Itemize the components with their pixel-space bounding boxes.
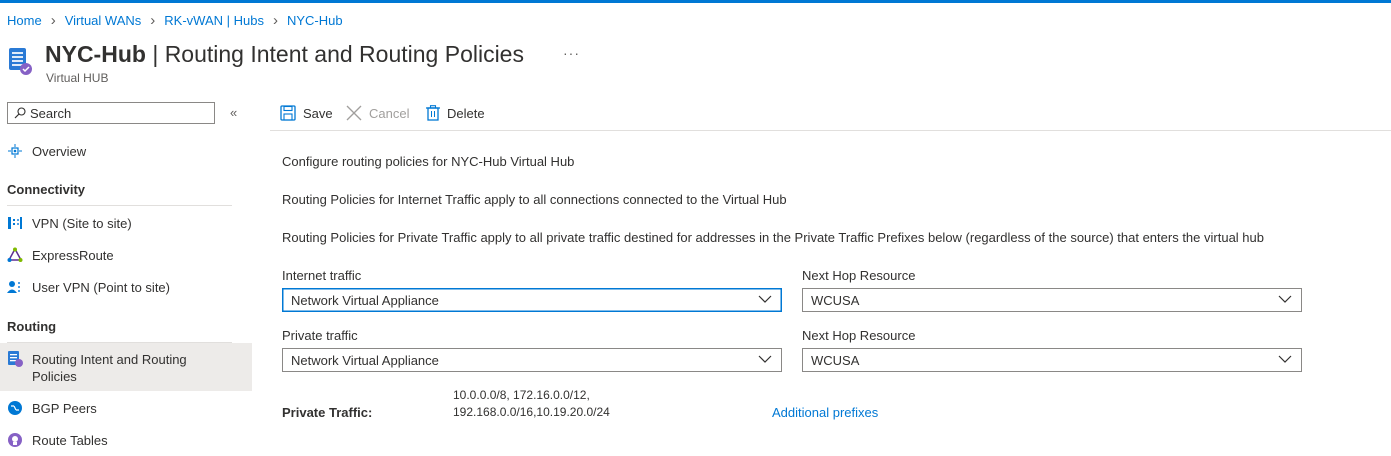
vpn-icon <box>7 215 23 231</box>
chevron-down-icon <box>1278 354 1292 364</box>
prefixes-line: 10.0.0.0/8, 172.16.0.0/12, <box>453 388 590 402</box>
toolbar-divider <box>270 130 1391 131</box>
sidebar-item-route-tables[interactable]: Route Tables <box>0 431 252 449</box>
private-traffic-value: Network Virtual Appliance <box>291 352 439 368</box>
breadcrumb: Home › Virtual WANs › RK-vWAN | Hubs › N… <box>7 13 343 28</box>
chevron-down-icon <box>1278 294 1292 304</box>
sidebar-item-label: VPN (Site to site) <box>32 215 132 231</box>
sidebar-item-label: Route Tables <box>32 432 108 448</box>
delete-button[interactable]: Delete <box>426 105 485 121</box>
sidebar-item-overview[interactable]: Overview <box>0 142 252 160</box>
internet-traffic-label: Internet traffic <box>282 268 362 283</box>
save-label: Save <box>303 105 333 121</box>
sidebar-item-user-vpn[interactable]: User VPN (Point to site) <box>0 278 252 296</box>
more-options-button[interactable]: ··· <box>563 45 580 61</box>
sidebar-item-expressroute[interactable]: ExpressRoute <box>0 246 252 264</box>
sidebar-item-label: ExpressRoute <box>32 247 114 263</box>
sidebar-item-label: Routing Intent and Routing Policies <box>32 352 187 384</box>
breadcrumb-virtual-wans[interactable]: Virtual WANs <box>65 13 142 28</box>
breadcrumb-separator-icon: › <box>50 12 56 29</box>
breadcrumb-separator-icon: › <box>150 12 156 29</box>
internet-next-hop-select[interactable]: WCUSA <box>802 288 1302 312</box>
private-traffic-prefixes: 10.0.0.0/8, 172.16.0.0/12, 192.168.0.0/1… <box>453 387 610 421</box>
breadcrumb-hubs[interactable]: RK-vWAN | Hubs <box>164 13 264 28</box>
additional-prefixes-link[interactable]: Additional prefixes <box>772 405 878 420</box>
user-vpn-icon <box>7 279 23 295</box>
delete-label: Delete <box>447 105 485 121</box>
section-connectivity: Connectivity <box>7 182 86 197</box>
virtual-hub-icon <box>8 47 34 77</box>
next-hop-resource-label: Next Hop Resource <box>802 328 916 343</box>
sidebar-item-bgp-peers[interactable]: BGP Peers <box>0 399 252 417</box>
page-title: NYC-Hub | Routing Intent and Routing Pol… <box>45 41 524 67</box>
private-traffic-select[interactable]: Network Virtual Appliance <box>282 348 782 372</box>
sidebar-item-vpn-site-to-site[interactable]: VPN (Site to site) <box>0 214 252 232</box>
section-divider <box>7 205 232 206</box>
collapse-sidebar-button[interactable]: « <box>230 105 237 120</box>
description-configure: Configure routing policies for NYC-Hub V… <box>282 154 575 169</box>
breadcrumb-nyc-hub[interactable]: NYC-Hub <box>287 13 343 28</box>
breadcrumb-separator-icon: › <box>272 12 278 29</box>
sidebar-item-label: BGP Peers <box>32 400 97 416</box>
chevron-down-icon <box>758 294 772 304</box>
routing-intent-icon <box>7 351 23 367</box>
internet-traffic-select[interactable]: Network Virtual Appliance <box>282 288 782 312</box>
save-button[interactable]: Save <box>280 105 333 121</box>
search-icon <box>14 107 26 119</box>
sidebar-item-routing-intent[interactable]: Routing Intent and Routing Policies <box>0 343 252 391</box>
breadcrumb-home[interactable]: Home <box>7 13 42 28</box>
sidebar-item-label: User VPN (Point to site) <box>32 279 170 295</box>
private-traffic-label: Private traffic <box>282 328 358 343</box>
close-icon <box>346 105 362 121</box>
private-next-hop-value: WCUSA <box>811 352 860 368</box>
next-hop-resource-label: Next Hop Resource <box>802 268 916 283</box>
description-internet-traffic: Routing Policies for Internet Traffic ap… <box>282 192 787 207</box>
description-private-traffic: Routing Policies for Private Traffic app… <box>282 230 1264 245</box>
top-accent-bar <box>0 0 1391 3</box>
private-next-hop-select[interactable]: WCUSA <box>802 348 1302 372</box>
page-subtitle: Virtual HUB <box>46 71 109 85</box>
chevron-down-icon <box>758 354 772 364</box>
trash-icon <box>426 105 440 121</box>
cancel-label: Cancel <box>369 105 410 121</box>
section-routing: Routing <box>7 319 57 334</box>
save-icon <box>280 105 296 121</box>
private-traffic-prefixes-label: Private Traffic: <box>282 405 373 420</box>
route-tables-icon <box>7 432 23 448</box>
sidebar-search-input[interactable]: Search <box>7 102 215 124</box>
overview-icon <box>7 143 23 159</box>
prefixes-line: 192.168.0.0/16,10.19.20.0/24 <box>453 405 610 419</box>
bgp-peers-icon <box>7 400 23 416</box>
search-placeholder: Search <box>30 105 72 121</box>
expressroute-icon <box>7 247 23 263</box>
cancel-button[interactable]: Cancel <box>346 105 409 121</box>
sidebar-item-label: Overview <box>32 143 87 159</box>
internet-next-hop-value: WCUSA <box>811 292 860 308</box>
internet-traffic-value: Network Virtual Appliance <box>291 292 439 308</box>
